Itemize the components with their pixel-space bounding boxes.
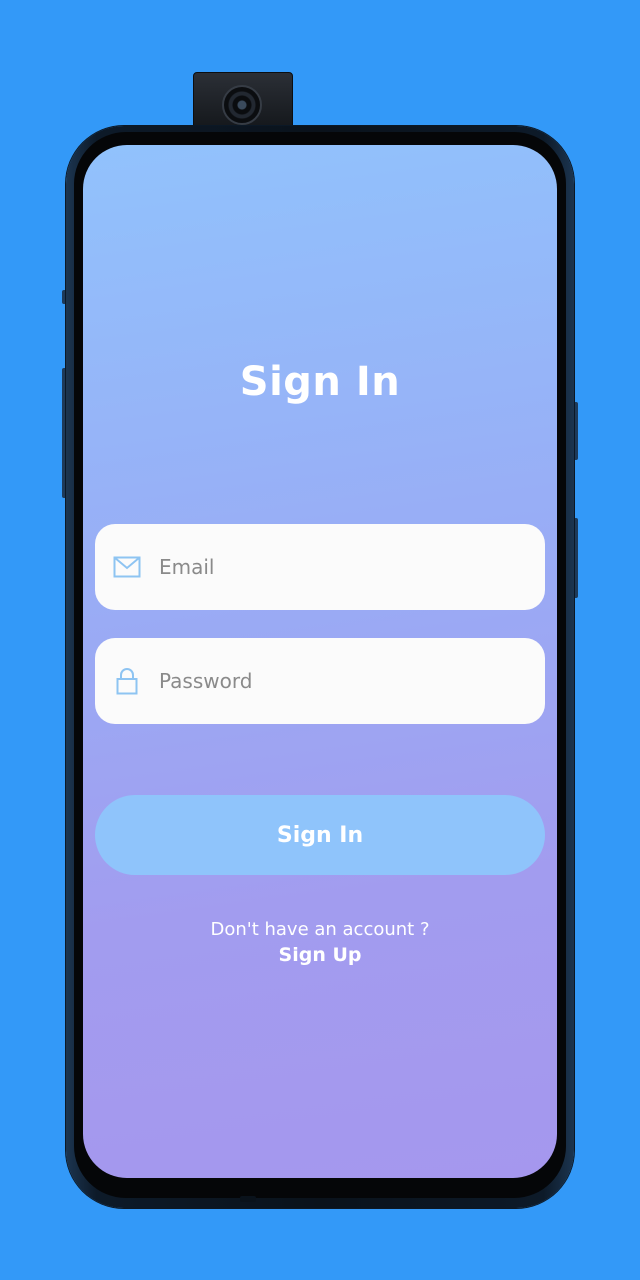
- mail-icon: [113, 553, 141, 581]
- page-title: Sign In: [239, 359, 401, 405]
- charging-port: [240, 1196, 256, 1202]
- sign-up-link[interactable]: Sign Up: [83, 944, 557, 966]
- email-field[interactable]: [95, 524, 545, 610]
- email-input[interactable]: [159, 555, 519, 579]
- password-field[interactable]: [95, 638, 545, 724]
- no-account-prompt: Don't have an account ?: [210, 919, 430, 940]
- page: Sign In Sign In Don't have an account ? …: [0, 0, 640, 1280]
- lock-icon: [113, 667, 141, 695]
- password-input[interactable]: [159, 669, 519, 693]
- popup-camera: [193, 72, 293, 130]
- camera-lens-icon: [222, 85, 262, 125]
- sign-in-button[interactable]: Sign In: [95, 795, 545, 875]
- app-screen: Sign In Sign In Don't have an account ? …: [83, 145, 557, 1178]
